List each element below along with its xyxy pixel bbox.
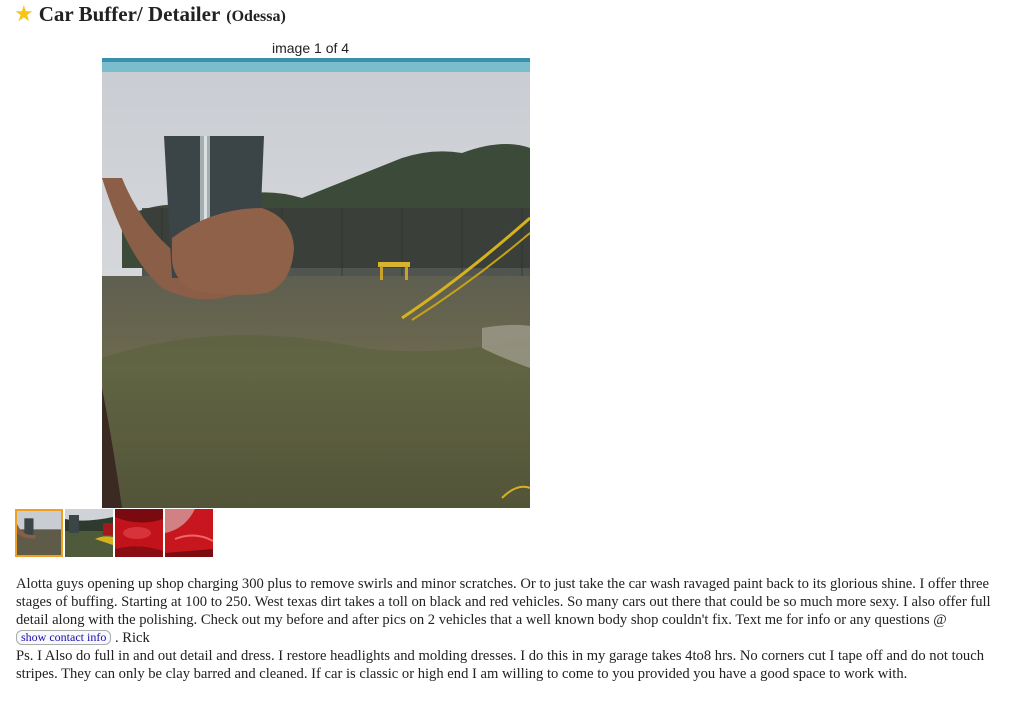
posting-body-paragraph-2: Ps. I Also do full in and out detail and…	[16, 648, 984, 682]
thumbnail-3[interactable]	[115, 509, 163, 557]
thumbnail-4[interactable]	[165, 509, 213, 557]
post-title: Car Buffer/ Detailer	[38, 2, 221, 26]
main-photo-illustration	[102, 58, 530, 508]
thumbnail-strip	[15, 509, 213, 557]
thumbnail-1[interactable]	[15, 509, 63, 557]
posting-body-text-2: . Rick	[114, 630, 150, 646]
main-image[interactable]	[102, 58, 530, 508]
post-location: (Odessa)	[226, 8, 286, 25]
thumbnail-3-image	[115, 509, 163, 557]
thumbnail-2-image	[65, 509, 113, 557]
favorite-star-icon[interactable]: ★	[14, 3, 34, 25]
thumbnail-4-image	[165, 509, 213, 557]
show-contact-info-button[interactable]: show contact info	[16, 630, 112, 645]
posting-body-paragraph-1: Alotta guys opening up shop charging 300…	[16, 575, 1001, 647]
posting-body-text-1: Alotta guys opening up shop charging 300…	[16, 576, 991, 628]
image-counter: image 1 of 4	[272, 40, 350, 56]
posting-body: Alotta guys opening up shop charging 300…	[16, 575, 1001, 683]
post-title-row: ★ Car Buffer/ Detailer (Odessa)	[14, 2, 286, 27]
thumbnail-2[interactable]	[65, 509, 113, 557]
thumbnail-1-image	[17, 511, 61, 555]
